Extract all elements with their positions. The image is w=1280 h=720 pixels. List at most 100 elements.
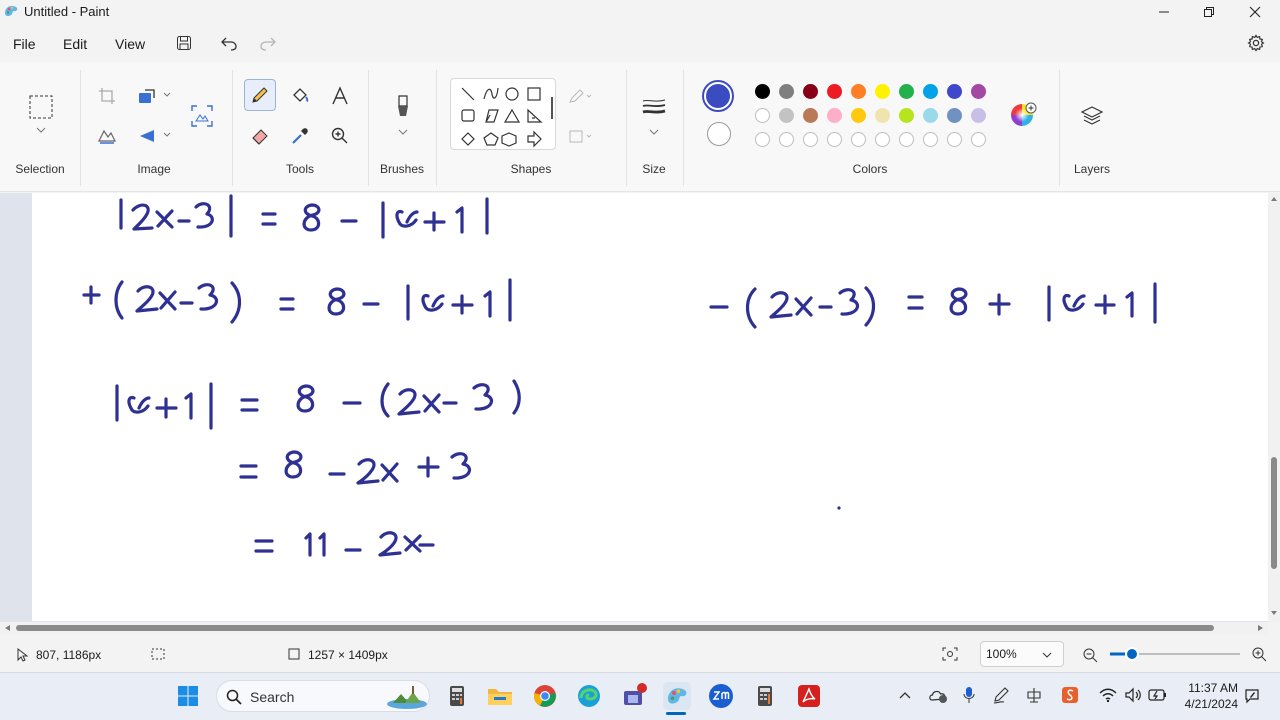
custom-color-slot[interactable]	[875, 132, 890, 147]
color-swatch[interactable]	[899, 108, 914, 123]
taskbar-acrobat[interactable]	[795, 682, 823, 710]
pen-tray-icon[interactable]	[992, 686, 1010, 704]
rotate-chevron-icon[interactable]	[163, 132, 171, 138]
rotate-button[interactable]	[132, 121, 162, 151]
custom-color-slot[interactable]	[851, 132, 866, 147]
battery-tray-icon[interactable]	[1148, 688, 1168, 702]
layers-button[interactable]	[1077, 101, 1107, 131]
ribbon-divider	[80, 70, 81, 186]
color-swatch[interactable]	[755, 84, 770, 99]
eraser-tool-button[interactable]	[245, 121, 275, 151]
color-swatch[interactable]	[779, 84, 794, 99]
size-chevron-icon[interactable]	[649, 128, 659, 136]
pencil-tool-button[interactable]	[244, 79, 276, 111]
color-swatch[interactable]	[827, 108, 842, 123]
custom-color-slot[interactable]	[755, 132, 770, 147]
rectangle-shape-icon	[527, 87, 541, 101]
custom-color-slot[interactable]	[899, 132, 914, 147]
horizontal-scrollbar[interactable]	[0, 622, 1268, 634]
brushes-chevron-icon[interactable]	[398, 128, 408, 136]
maximize-button[interactable]	[1186, 0, 1232, 24]
onedrive-tray-icon[interactable]	[928, 686, 948, 704]
custom-color-slot[interactable]	[947, 132, 962, 147]
redo-button[interactable]	[255, 32, 281, 54]
color-swatch[interactable]	[947, 108, 962, 123]
zoom-out-button[interactable]	[1082, 647, 1098, 663]
taskbar-zoom[interactable]	[707, 682, 735, 710]
color-swatch[interactable]	[923, 84, 938, 99]
wifi-tray-icon[interactable]	[1099, 687, 1117, 703]
resize-chevron-icon[interactable]	[163, 92, 171, 98]
vertical-scrollbar[interactable]	[1268, 193, 1280, 623]
notification-center-button[interactable]	[1244, 688, 1260, 704]
color-swatch[interactable]	[923, 108, 938, 123]
taskbar-chrome[interactable]	[531, 682, 559, 710]
clock-date[interactable]: 4/21/2024	[1176, 697, 1238, 711]
text-tool-button[interactable]	[325, 81, 355, 111]
custom-color-slot[interactable]	[779, 132, 794, 147]
resize-button[interactable]	[132, 81, 162, 111]
start-button[interactable]	[174, 682, 202, 710]
size-button[interactable]	[639, 92, 669, 122]
shapes-gallery-icons	[461, 87, 553, 148]
color-swatch[interactable]	[851, 84, 866, 99]
color-swatch[interactable]	[899, 84, 914, 99]
select-tool-button[interactable]	[26, 92, 56, 122]
zoom-level-dropdown[interactable]: 100%	[980, 641, 1064, 667]
taskbar-calculator-2[interactable]	[751, 682, 779, 710]
color-swatch[interactable]	[875, 84, 890, 99]
fill-tool-button[interactable]	[285, 81, 315, 111]
custom-color-slot[interactable]	[803, 132, 818, 147]
image-select-button[interactable]	[187, 101, 217, 131]
shape-outline-button[interactable]	[566, 81, 596, 111]
color-swatch[interactable]	[947, 84, 962, 99]
edit-colors-button[interactable]	[1009, 102, 1037, 130]
color-swatch[interactable]	[971, 108, 986, 123]
shape-fill-button[interactable]	[566, 121, 596, 151]
color-swatch[interactable]	[803, 84, 818, 99]
minimize-button[interactable]	[1141, 0, 1187, 24]
microphone-tray-icon[interactable]	[962, 686, 976, 704]
color-swatch[interactable]	[851, 108, 866, 123]
taskbar-snipping-tool[interactable]	[620, 682, 648, 710]
color-swatch[interactable]	[779, 108, 794, 123]
cloud-icon	[929, 690, 947, 703]
select-dropdown-chevron-icon[interactable]	[36, 126, 46, 134]
color-swatch[interactable]	[755, 108, 770, 123]
color-picker-button[interactable]	[285, 121, 315, 151]
save-button[interactable]	[171, 32, 197, 54]
app-tray-icon[interactable]	[1061, 686, 1079, 704]
image-tool-button[interactable]	[92, 121, 122, 151]
clock-time[interactable]: 11:37 AM	[1176, 681, 1238, 695]
color-swatch[interactable]	[803, 108, 818, 123]
show-hidden-icons-button[interactable]	[898, 688, 912, 702]
input-language-tray-icon[interactable]	[1025, 686, 1043, 704]
volume-tray-icon[interactable]	[1124, 687, 1142, 703]
custom-color-slot[interactable]	[923, 132, 938, 147]
menu-edit[interactable]: Edit	[63, 36, 87, 52]
fit-to-window-button[interactable]	[942, 647, 958, 661]
taskbar-calculator[interactable]	[443, 682, 471, 710]
taskbar-file-explorer[interactable]	[486, 682, 514, 710]
zoom-slider[interactable]	[1110, 646, 1240, 662]
color-swatch[interactable]	[875, 108, 890, 123]
menu-view[interactable]: View	[115, 36, 145, 52]
taskbar-paint[interactable]	[663, 682, 691, 710]
secondary-color-button[interactable]	[707, 122, 731, 146]
taskbar-search-box[interactable]: Search	[216, 680, 430, 712]
custom-color-slot[interactable]	[971, 132, 986, 147]
undo-button[interactable]	[216, 32, 242, 54]
primary-color-button[interactable]	[702, 80, 734, 112]
custom-color-slot[interactable]	[827, 132, 842, 147]
color-swatch[interactable]	[827, 84, 842, 99]
color-swatch[interactable]	[971, 84, 986, 99]
taskbar-edge[interactable]	[575, 682, 603, 710]
settings-button[interactable]	[1243, 32, 1269, 54]
menu-file[interactable]: File	[13, 36, 36, 52]
crop-button[interactable]	[92, 81, 122, 111]
battery-charging-icon	[1148, 689, 1166, 701]
zoom-in-button[interactable]	[1251, 646, 1267, 662]
close-button[interactable]	[1232, 0, 1278, 24]
brushes-button[interactable]	[388, 92, 418, 122]
magnifier-button[interactable]	[325, 121, 355, 151]
